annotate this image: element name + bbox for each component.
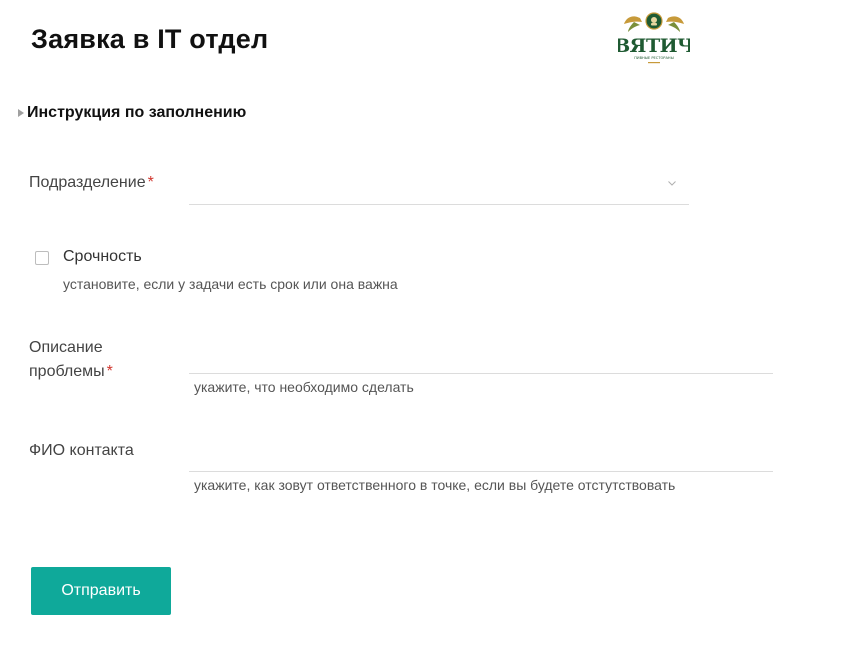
department-select[interactable]	[189, 166, 689, 205]
brand-logo: ВЯТИЧ ПИВНЫЕ РЕСТОРАНЫ	[618, 8, 690, 66]
triangle-right-icon	[18, 109, 24, 117]
urgency-checkbox[interactable]	[35, 251, 49, 265]
form-page: Заявка в IT отдел ВЯТИЧ ПИВНЫЕ РЕСТОРАНЫ…	[0, 0, 851, 647]
page-title: Заявка в IT отдел	[31, 24, 269, 54]
instructions-toggle[interactable]: Инструкция по заполнению	[18, 104, 246, 122]
logo-graphic: ВЯТИЧ ПИВНЫЕ РЕСТОРАНЫ	[618, 12, 690, 64]
svg-text:ПИВНЫЕ РЕСТОРАНЫ: ПИВНЫЕ РЕСТОРАНЫ	[634, 56, 674, 60]
svg-text:ВЯТИЧ: ВЯТИЧ	[618, 35, 690, 57]
instructions-label: Инструкция по заполнению	[27, 104, 247, 121]
contact-label: ФИО контакта	[29, 442, 134, 459]
department-label: Подразделение *	[29, 171, 154, 195]
contact-input[interactable]	[189, 442, 773, 472]
submit-button[interactable]: Отправить	[31, 567, 171, 615]
description-hint: укажите, что необходимо сделать	[194, 379, 414, 395]
required-mark: *	[106, 363, 113, 380]
department-label-text: Подразделение	[29, 174, 146, 191]
contact-hint: укажите, как зовут ответственного в точк…	[194, 477, 676, 493]
urgency-label: Срочность	[63, 248, 142, 265]
description-label-line2-wrap: проблемы *	[29, 360, 113, 384]
description-input[interactable]	[189, 344, 773, 374]
required-mark: *	[147, 174, 154, 191]
description-label: Описание проблемы *	[29, 336, 113, 384]
chevron-down-icon	[668, 181, 676, 186]
urgency-hint: установите, если у задачи есть срок или …	[63, 276, 398, 292]
description-label-line1: Описание	[29, 339, 103, 356]
description-label-line2: проблемы	[29, 363, 105, 380]
